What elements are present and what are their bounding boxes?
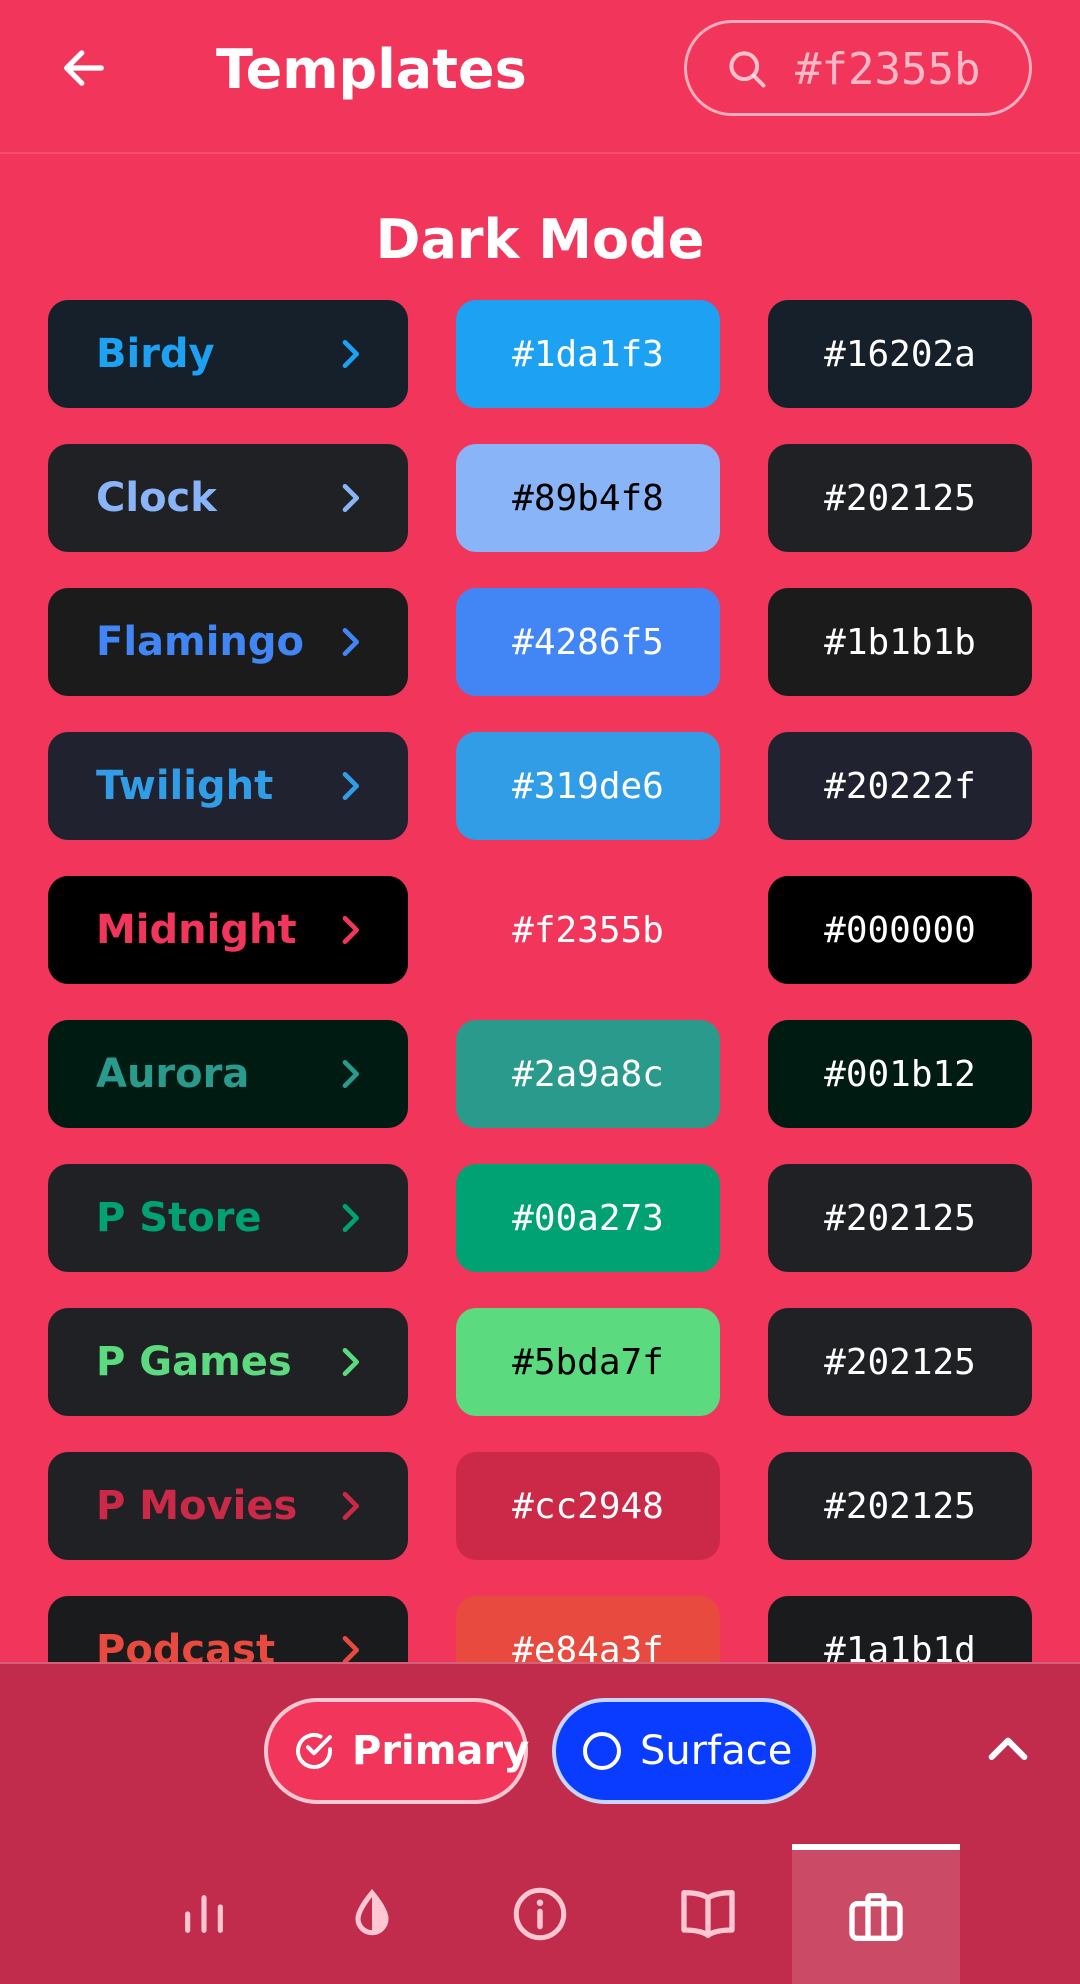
template-name: Birdy xyxy=(96,331,215,377)
check-circle-icon xyxy=(290,1727,338,1775)
info-icon xyxy=(513,1887,567,1941)
search-icon xyxy=(729,51,766,88)
template-button[interactable]: Midnight xyxy=(48,876,408,984)
page-title: Templates xyxy=(216,38,527,101)
nav-info[interactable] xyxy=(456,1844,624,1984)
template-name: Aurora xyxy=(96,1051,250,1097)
template-name: P Store xyxy=(96,1195,262,1241)
surface-color-swatch[interactable]: #1a1b1d xyxy=(768,1596,1032,1662)
surface-color-swatch[interactable]: #202125 xyxy=(768,1308,1032,1416)
template-name: P Movies xyxy=(96,1483,298,1529)
surface-color-swatch[interactable]: #001b12 xyxy=(768,1020,1032,1128)
back-button[interactable] xyxy=(52,36,116,100)
nav-guide[interactable] xyxy=(624,1844,792,1984)
arrow-left-icon xyxy=(64,50,104,86)
template-row: P Movies #cc2948 #202125 xyxy=(0,1452,1080,1560)
surface-color-swatch[interactable]: #000000 xyxy=(768,876,1032,984)
primary-color-swatch[interactable]: #e84a3f xyxy=(456,1596,720,1662)
search-box[interactable] xyxy=(684,20,1032,116)
bottom-panel: Primary Surface xyxy=(0,1662,1080,1984)
template-button[interactable]: Twilight xyxy=(48,732,408,840)
chevron-right-icon xyxy=(342,1060,359,1088)
surface-color-swatch[interactable]: #20222f xyxy=(768,732,1032,840)
surface-color-swatch[interactable]: #202125 xyxy=(768,1164,1032,1272)
template-button[interactable]: Podcast xyxy=(48,1596,408,1662)
template-row: Aurora #2a9a8c #001b12 xyxy=(0,1020,1080,1128)
template-button[interactable]: P Movies xyxy=(48,1452,408,1560)
top-app-bar: Templates xyxy=(0,0,1080,154)
nav-templates[interactable] xyxy=(792,1844,960,1984)
template-button[interactable]: P Games xyxy=(48,1308,408,1416)
primary-color-swatch[interactable]: #cc2948 xyxy=(456,1452,720,1560)
surface-color-swatch[interactable]: #1b1b1b xyxy=(768,588,1032,696)
chevron-up-icon[interactable] xyxy=(980,1722,1036,1778)
chevron-right-icon xyxy=(342,628,359,656)
nav-stats[interactable] xyxy=(120,1844,288,1984)
surface-toggle-label: Surface xyxy=(640,1728,793,1774)
briefcase-icon xyxy=(849,1893,903,1941)
search-input[interactable] xyxy=(795,41,1015,97)
primary-toggle[interactable]: Primary xyxy=(264,1698,530,1804)
template-button[interactable]: Flamingo xyxy=(48,588,408,696)
template-row: Birdy #1da1f3 #16202a xyxy=(0,300,1080,408)
surface-color-swatch[interactable]: #202125 xyxy=(768,444,1032,552)
template-name: Midnight xyxy=(96,907,297,953)
surface-color-swatch[interactable]: #202125 xyxy=(768,1452,1032,1560)
template-name: Podcast xyxy=(96,1627,276,1662)
template-button[interactable]: Clock xyxy=(48,444,408,552)
template-row: Flamingo #4286f5 #1b1b1b xyxy=(0,588,1080,696)
template-name: P Games xyxy=(96,1339,292,1385)
primary-color-swatch[interactable]: #4286f5 xyxy=(456,588,720,696)
chevron-right-icon xyxy=(342,1492,359,1520)
template-button[interactable]: P Store xyxy=(48,1164,408,1272)
template-row: P Games #5bda7f #202125 xyxy=(0,1308,1080,1416)
primary-color-swatch[interactable]: #89b4f8 xyxy=(456,444,720,552)
surface-toggle[interactable]: Surface xyxy=(552,1698,816,1804)
water-drop-icon xyxy=(355,1889,389,1936)
template-name: Clock xyxy=(96,475,217,521)
nav-colors[interactable] xyxy=(288,1844,456,1984)
template-row: Midnight #f2355b #000000 xyxy=(0,876,1080,984)
template-name: Flamingo xyxy=(96,619,305,665)
template-button[interactable]: Birdy xyxy=(48,300,408,408)
template-list: Birdy #1da1f3 #16202a Clock #89b4f8 #202125 Fl… xyxy=(0,300,1080,1662)
primary-color-swatch[interactable]: #1da1f3 xyxy=(456,300,720,408)
template-row: Podcast #e84a3f #1a1b1d xyxy=(0,1596,1080,1662)
book-icon xyxy=(681,1890,735,1938)
template-button[interactable]: Aurora xyxy=(48,1020,408,1128)
chevron-right-icon xyxy=(342,1348,359,1376)
chevron-right-icon xyxy=(342,1636,359,1662)
primary-toggle-label: Primary xyxy=(352,1728,530,1774)
template-name: Twilight xyxy=(96,763,274,809)
chevron-right-icon xyxy=(342,340,359,368)
chevron-right-icon xyxy=(342,916,359,944)
primary-color-swatch[interactable]: #5bda7f xyxy=(456,1308,720,1416)
primary-color-swatch[interactable]: #319de6 xyxy=(456,732,720,840)
template-row: Clock #89b4f8 #202125 xyxy=(0,444,1080,552)
primary-color-swatch[interactable]: #f2355b xyxy=(456,876,720,984)
section-title: Dark Mode xyxy=(375,208,705,271)
surface-color-swatch[interactable]: #16202a xyxy=(768,300,1032,408)
template-row: Twilight #319de6 #20222f xyxy=(0,732,1080,840)
primary-color-swatch[interactable]: #00a273 xyxy=(456,1164,720,1272)
primary-color-swatch[interactable]: #2a9a8c xyxy=(456,1020,720,1128)
chevron-right-icon xyxy=(342,484,359,512)
chart-icon xyxy=(185,1895,223,1933)
template-row: P Store #00a273 #202125 xyxy=(0,1164,1080,1272)
circle-icon xyxy=(578,1727,626,1775)
bottom-navigation xyxy=(0,1844,1080,1984)
chevron-right-icon xyxy=(342,772,359,800)
chevron-right-icon xyxy=(342,1204,359,1232)
